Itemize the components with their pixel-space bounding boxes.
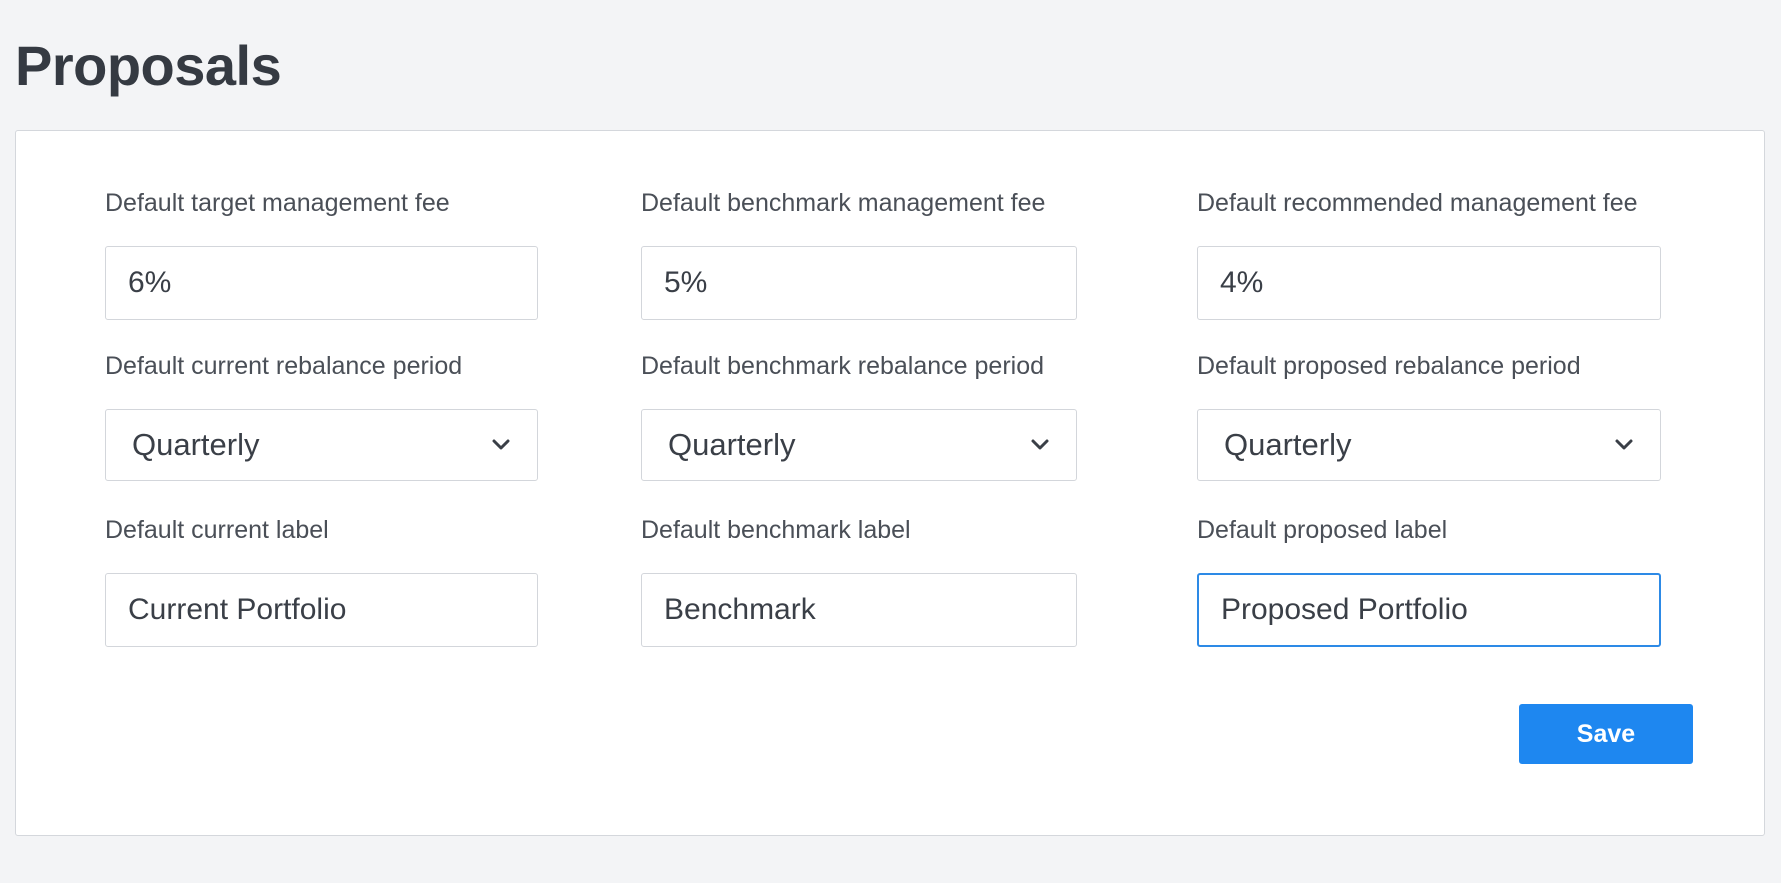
proposals-settings-card: Default target management fee Default be…	[15, 130, 1765, 836]
save-button[interactable]: Save	[1519, 704, 1693, 764]
benchmark-management-fee-label: Default benchmark management fee	[641, 189, 1046, 217]
chevron-down-icon	[1615, 439, 1633, 450]
recommended-management-fee-input[interactable]	[1197, 246, 1661, 320]
proposed-rebalance-period-value: Quarterly	[1224, 427, 1352, 462]
proposed-rebalance-period-field: Default proposed rebalance period Quarte…	[1197, 351, 1661, 481]
benchmark-label-label: Default benchmark label	[641, 516, 911, 544]
target-management-fee-label: Default target management fee	[105, 189, 450, 217]
benchmark-management-fee-field: Default benchmark management fee	[641, 188, 1077, 320]
current-rebalance-period-select[interactable]: Quarterly	[105, 409, 538, 481]
benchmark-label-field: Default benchmark label	[641, 515, 1077, 647]
current-label-input[interactable]	[105, 573, 538, 647]
proposed-label-input[interactable]	[1197, 573, 1661, 647]
proposed-rebalance-period-label: Default proposed rebalance period	[1197, 352, 1581, 380]
benchmark-rebalance-period-label: Default benchmark rebalance period	[641, 352, 1045, 380]
benchmark-label-input[interactable]	[641, 573, 1077, 647]
benchmark-rebalance-period-value: Quarterly	[668, 427, 796, 462]
proposed-rebalance-period-select[interactable]: Quarterly	[1197, 409, 1661, 481]
target-management-fee-input[interactable]	[105, 246, 538, 320]
recommended-management-fee-field: Default recommended management fee	[1197, 188, 1661, 320]
current-rebalance-period-label: Default current rebalance period	[105, 352, 463, 380]
benchmark-rebalance-period-select[interactable]: Quarterly	[641, 409, 1077, 481]
chevron-down-icon	[492, 439, 510, 450]
current-rebalance-period-field: Default current rebalance period Quarter…	[105, 351, 538, 481]
target-management-fee-field: Default target management fee	[105, 188, 538, 320]
proposed-label-field: Default proposed label	[1197, 515, 1661, 647]
page-title: Proposals	[15, 34, 282, 97]
benchmark-management-fee-input[interactable]	[641, 246, 1077, 320]
current-label-label: Default current label	[105, 516, 329, 544]
recommended-management-fee-label: Default recommended management fee	[1197, 189, 1638, 217]
benchmark-rebalance-period-field: Default benchmark rebalance period Quart…	[641, 351, 1077, 481]
current-label-field: Default current label	[105, 515, 538, 647]
proposed-label-label: Default proposed label	[1197, 516, 1448, 544]
chevron-down-icon	[1031, 439, 1049, 450]
current-rebalance-period-value: Quarterly	[132, 427, 260, 462]
